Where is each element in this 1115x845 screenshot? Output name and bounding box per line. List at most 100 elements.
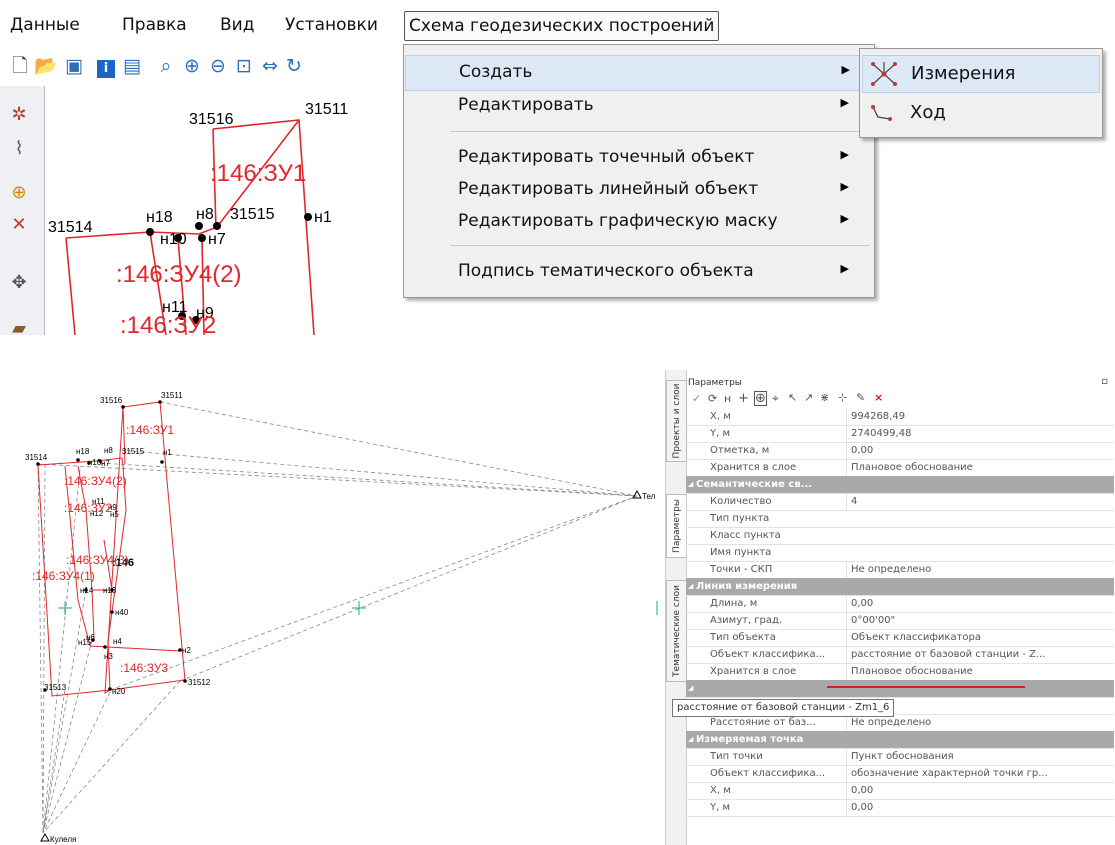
property-group-header[interactable]: Линия измерения ◢ <box>686 578 1114 596</box>
tab-label: Тематические слои <box>671 585 682 677</box>
property-row[interactable]: Отметка, м 0,00 <box>686 442 1114 460</box>
map-parcel-label: :146:ЗУ4(2) <box>64 474 127 488</box>
property-value[interactable]: Не определено <box>846 561 1115 578</box>
vertical-tabs: Проекты и слои Параметры Тематические сл… <box>666 370 687 845</box>
collapse-icon[interactable]: ◢ <box>688 680 693 697</box>
pipette-icon[interactable]: ✎ <box>856 391 865 404</box>
property-row[interactable]: Тип пункта <box>686 510 1114 528</box>
property-value[interactable]: 0,00 <box>846 799 1115 816</box>
property-row[interactable]: Точки - СКП Не определено <box>686 561 1114 579</box>
property-name: X, м <box>710 411 731 422</box>
property-row[interactable]: Хранится в слое Плановое обоснование <box>686 459 1114 477</box>
delete-icon[interactable]: × <box>874 391 883 404</box>
property-row[interactable]: Количество 4 <box>686 493 1114 511</box>
menu-data[interactable]: Данные <box>6 11 84 39</box>
pan-icon[interactable]: ⇔ <box>258 53 282 79</box>
map-label: Кулеля <box>50 835 76 844</box>
map-label: н7 <box>101 459 110 468</box>
save-icon[interactable]: ▣ <box>62 53 86 79</box>
property-row[interactable]: Имя пункта <box>686 544 1114 562</box>
property-row[interactable]: Объект классифика... обозначение характер… <box>686 765 1114 783</box>
properties-icon[interactable]: ▤ <box>120 53 144 79</box>
refresh-icon[interactable]: ↻ <box>282 53 306 79</box>
tab-thematic-layers[interactable]: Тематические слои <box>666 580 687 682</box>
property-value[interactable]: 4 <box>846 493 1115 510</box>
map-label: Тел <box>642 492 656 501</box>
property-value[interactable]: 0,00 <box>846 595 1115 612</box>
property-value[interactable]: Плановое обоснование <box>846 459 1115 476</box>
cross-icon[interactable]: + <box>738 391 749 406</box>
property-value[interactable]: 0,00 <box>846 782 1115 799</box>
property-value[interactable]: обозначение характерной точки гр... <box>846 765 1115 782</box>
target-icon[interactable]: ⊕ <box>754 391 767 406</box>
zoom-window-icon[interactable]: ⌕ <box>154 53 178 79</box>
property-row[interactable]: Класс пункта <box>686 527 1114 545</box>
zoom-in-icon[interactable]: ⊕ <box>180 53 204 79</box>
property-name: Хранится в слое <box>710 462 797 473</box>
map-parcel-label: :146:ЗУ1 <box>210 160 306 187</box>
submenu-item-label: Ход <box>910 102 946 123</box>
traverse-icon <box>871 105 892 121</box>
collapse-icon[interactable]: ◢ <box>688 731 693 748</box>
menu-view[interactable]: Вид <box>216 11 258 39</box>
property-row[interactable]: Объект классифика... расстояние от базово… <box>686 646 1114 664</box>
menu-item-create[interactable]: Создать ▶ <box>405 55 873 91</box>
pin-icon[interactable]: ▫ <box>1101 376 1108 387</box>
property-row[interactable]: Тип объекта Объект классификатора <box>686 629 1114 647</box>
property-value[interactable]: 0°00'00" <box>846 612 1115 629</box>
map-parcel-label: :146:ЗУ4(3) <box>66 553 129 567</box>
property-row[interactable]: Хранится в слое Плановое обоснование <box>686 663 1114 681</box>
select-move-icon[interactable]: ↗ <box>804 391 813 404</box>
open-folder-icon[interactable]: 📂 <box>34 53 58 79</box>
split-icon[interactable]: ⊹ <box>838 391 847 404</box>
property-value[interactable]: расстояние от базовой станции - Z... <box>846 646 1115 663</box>
property-group-header[interactable]: ◢ <box>686 680 1114 698</box>
menu-settings[interactable]: Установки <box>281 11 382 39</box>
map-canvas-bottom[interactable]: 31516 31511 31514 н18 н8 31515 н1 н10 н7… <box>0 370 665 845</box>
lasso-icon[interactable]: ⟳ <box>708 392 717 405</box>
property-value[interactable]: 0,00 <box>846 442 1115 459</box>
property-row[interactable]: Длина, м 0,00 <box>686 595 1114 613</box>
property-row[interactable]: X, м 0,00 <box>686 782 1114 800</box>
property-value[interactable]: Пункт обоснования <box>846 748 1115 765</box>
zoom-out-icon[interactable]: ⊖ <box>206 53 230 79</box>
zoom-extent-icon[interactable]: ⊡ <box>232 53 256 79</box>
property-row[interactable]: Y, м 0,00 <box>686 799 1114 817</box>
property-value[interactable]: Плановое обоснование <box>846 663 1115 680</box>
menu-item-edit-graphic-mask[interactable]: Редактировать графическую маску ▶ <box>405 205 871 239</box>
property-row[interactable]: X, м 994268,49 <box>686 408 1114 426</box>
property-row[interactable]: Тип точки Пункт обоснования <box>686 748 1114 766</box>
base-station-icon <box>40 832 50 842</box>
submenu-arrow-icon: ▶ <box>840 212 849 225</box>
measure-icon[interactable]: н <box>724 392 731 405</box>
submenu-item-measurements[interactable]: Измерения <box>862 55 1100 93</box>
new-file-icon[interactable]: 🗋 <box>8 53 32 79</box>
menu-item-edit-line-object[interactable]: Редактировать линейный объект ▶ <box>405 173 871 207</box>
tab-label: Параметры <box>671 499 682 553</box>
select-icon[interactable]: ↖ <box>788 391 797 404</box>
check-icon[interactable]: ✓ <box>692 392 701 405</box>
collapse-icon[interactable]: ◢ <box>688 476 693 493</box>
property-row[interactable]: Азимут, град. 0°00'00" <box>686 612 1114 630</box>
property-value[interactable]: 994268,49 <box>846 408 1115 425</box>
menu-item-edit-point-object[interactable]: Редактировать точечный объект ▶ <box>405 141 871 175</box>
tab-parameters[interactable]: Параметры <box>666 494 686 558</box>
property-name: Тип точки <box>710 751 763 762</box>
menu-geodetic-scheme[interactable]: Схема геодезических построений <box>404 11 720 41</box>
panel-title: Параметры ▫ <box>686 376 1115 390</box>
property-group-header[interactable]: Измеряемая точка ◢ <box>686 731 1114 749</box>
point-add-icon[interactable]: ⌖ <box>772 391 779 406</box>
submenu-item-traverse[interactable]: Ход <box>862 95 1098 131</box>
collapse-icon[interactable]: ◢ <box>688 578 693 595</box>
property-row[interactable]: Y, м 2740499,48 <box>686 425 1114 443</box>
menu-item-edit[interactable]: Редактировать ▶ <box>405 89 871 123</box>
property-value[interactable]: Объект классификатора <box>846 629 1115 646</box>
map-canvas-top[interactable]: 31516 31511 31514 н18 н8 31515 н1 н10 н7… <box>0 86 420 335</box>
tab-projects-and-layers[interactable]: Проекты и слои <box>666 380 687 462</box>
info-icon[interactable]: i <box>94 53 118 79</box>
property-group-header[interactable]: Семантические св... ◢ <box>686 476 1114 494</box>
grid-icon[interactable]: ⋇ <box>820 391 829 404</box>
property-value[interactable]: 2740499,48 <box>846 425 1115 442</box>
menu-item-thematic-label[interactable]: Подпись тематического объекта ▶ <box>405 255 871 289</box>
menu-edit[interactable]: Правка <box>118 11 191 39</box>
